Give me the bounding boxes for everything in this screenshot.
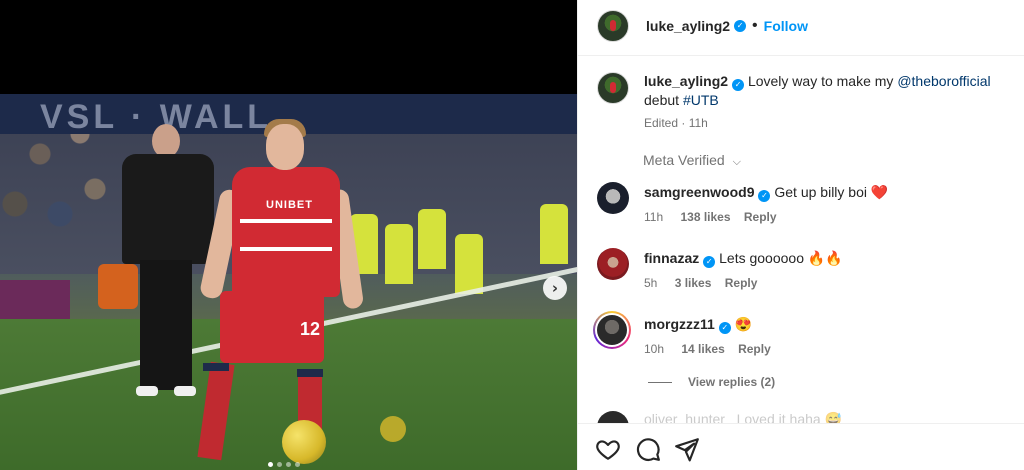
comment: samgreenwood9 ✓ Get up billy boi ❤️ <box>644 184 888 202</box>
verified-badge-icon: ✓ <box>703 256 716 268</box>
post-panel: luke_ayling2 ✓ • Follow luke_ayling2 ✓ Lo… <box>577 0 1024 470</box>
caption-text: Lovely way to make my <box>747 73 894 89</box>
comment-body: Lets goooooo <box>719 250 804 266</box>
comment-time: 11h <box>644 210 664 224</box>
author-username[interactable]: luke_ayling2 <box>646 18 730 34</box>
comment: morgzzz11 ✓ 😍 <box>644 316 752 334</box>
shirt-number: 12 <box>300 319 321 339</box>
photo-ball-background <box>380 416 406 442</box>
carousel-dot <box>295 462 300 467</box>
comment-icon[interactable] <box>635 436 661 462</box>
comment-avatar <box>597 315 627 345</box>
verified-badge-icon: ✓ <box>734 20 747 32</box>
comment-likes[interactable]: 138 likes <box>680 210 730 224</box>
view-replies-line <box>648 381 672 383</box>
verified-badge-icon: ✓ <box>732 79 745 91</box>
comment-username[interactable]: morgzzz11 <box>644 316 715 332</box>
carousel-dot <box>277 462 282 467</box>
verified-badge-icon: ✓ <box>718 322 731 334</box>
comment-emoji: 😍 <box>734 316 753 332</box>
comment-likes[interactable]: 3 likes <box>675 276 712 290</box>
comment-avatar[interactable] <box>597 182 629 214</box>
comment-time: 10h <box>644 342 665 356</box>
comment-emoji: 🔥🔥 <box>807 250 843 266</box>
carousel-next-button[interactable]: › <box>543 276 567 300</box>
photo-player: UNIBET 12 <box>197 119 365 469</box>
comment-reply-button[interactable]: Reply <box>744 210 777 224</box>
comment-reply-button[interactable]: Reply <box>738 342 771 356</box>
comment-emoji: ❤️ <box>870 184 889 200</box>
post-header: luke_ayling2 ✓ • Follow <box>597 10 808 42</box>
verified-badge-icon: ✓ <box>758 190 771 202</box>
carousel-dot <box>286 462 291 467</box>
comment-meta: 5h 3 likes Reply <box>644 276 757 290</box>
chevron-down-icon: ⌵ <box>732 155 741 168</box>
comment-avatar-story-ring[interactable] <box>593 311 631 349</box>
caption-text-after: debut <box>644 92 680 108</box>
post-actions-bar <box>578 423 1024 470</box>
heart-icon[interactable] <box>595 436 621 462</box>
shirt-sponsor: UNIBET <box>266 199 313 211</box>
comment-reply-button[interactable]: Reply <box>725 276 758 290</box>
header-separator: • <box>752 17 758 34</box>
post-photo: VSL · WALL UNIBET 12 <box>0 94 577 470</box>
caption-avatar[interactable] <box>597 72 629 104</box>
comment-avatar[interactable] <box>597 248 629 280</box>
comment-username[interactable]: samgreenwood9 <box>644 184 754 200</box>
meta-verified-toggle[interactable]: Meta Verified ⌵ <box>643 152 741 169</box>
comment: finnazaz ✓ Lets goooooo 🔥🔥 <box>644 250 843 268</box>
carousel-dot <box>268 462 273 467</box>
caption-mention[interactable]: @theborofficial <box>897 73 990 89</box>
comment-username[interactable]: finnazaz <box>644 250 699 266</box>
caption-edited-time: Edited · 11h <box>644 116 708 130</box>
follow-button[interactable]: Follow <box>764 18 808 34</box>
caption-hashtag[interactable]: #UTB <box>683 92 719 108</box>
photo-ball <box>282 420 326 464</box>
comment-meta: 10h 14 likes Reply <box>644 342 771 356</box>
carousel-dots <box>268 462 300 467</box>
view-replies-button[interactable]: View replies (2) <box>648 375 775 389</box>
comment-time: 5h <box>644 276 658 290</box>
header-divider <box>578 55 1024 56</box>
share-icon[interactable] <box>674 436 700 462</box>
caption-username[interactable]: luke_ayling2 <box>644 73 728 89</box>
author-avatar[interactable] <box>597 10 629 42</box>
post-caption: luke_ayling2 ✓ Lovely way to make my @the… <box>644 72 1014 110</box>
comment-likes[interactable]: 14 likes <box>681 342 724 356</box>
next-arrow-icon: › <box>551 279 559 297</box>
post-media: VSL · WALL UNIBET 12 › <box>0 0 577 470</box>
view-replies-label: View replies (2) <box>688 375 776 389</box>
meta-verified-label: Meta Verified <box>643 152 725 168</box>
comment-body: Get up billy boi <box>774 184 867 200</box>
comment-meta: 11h 138 likes Reply <box>644 210 777 224</box>
